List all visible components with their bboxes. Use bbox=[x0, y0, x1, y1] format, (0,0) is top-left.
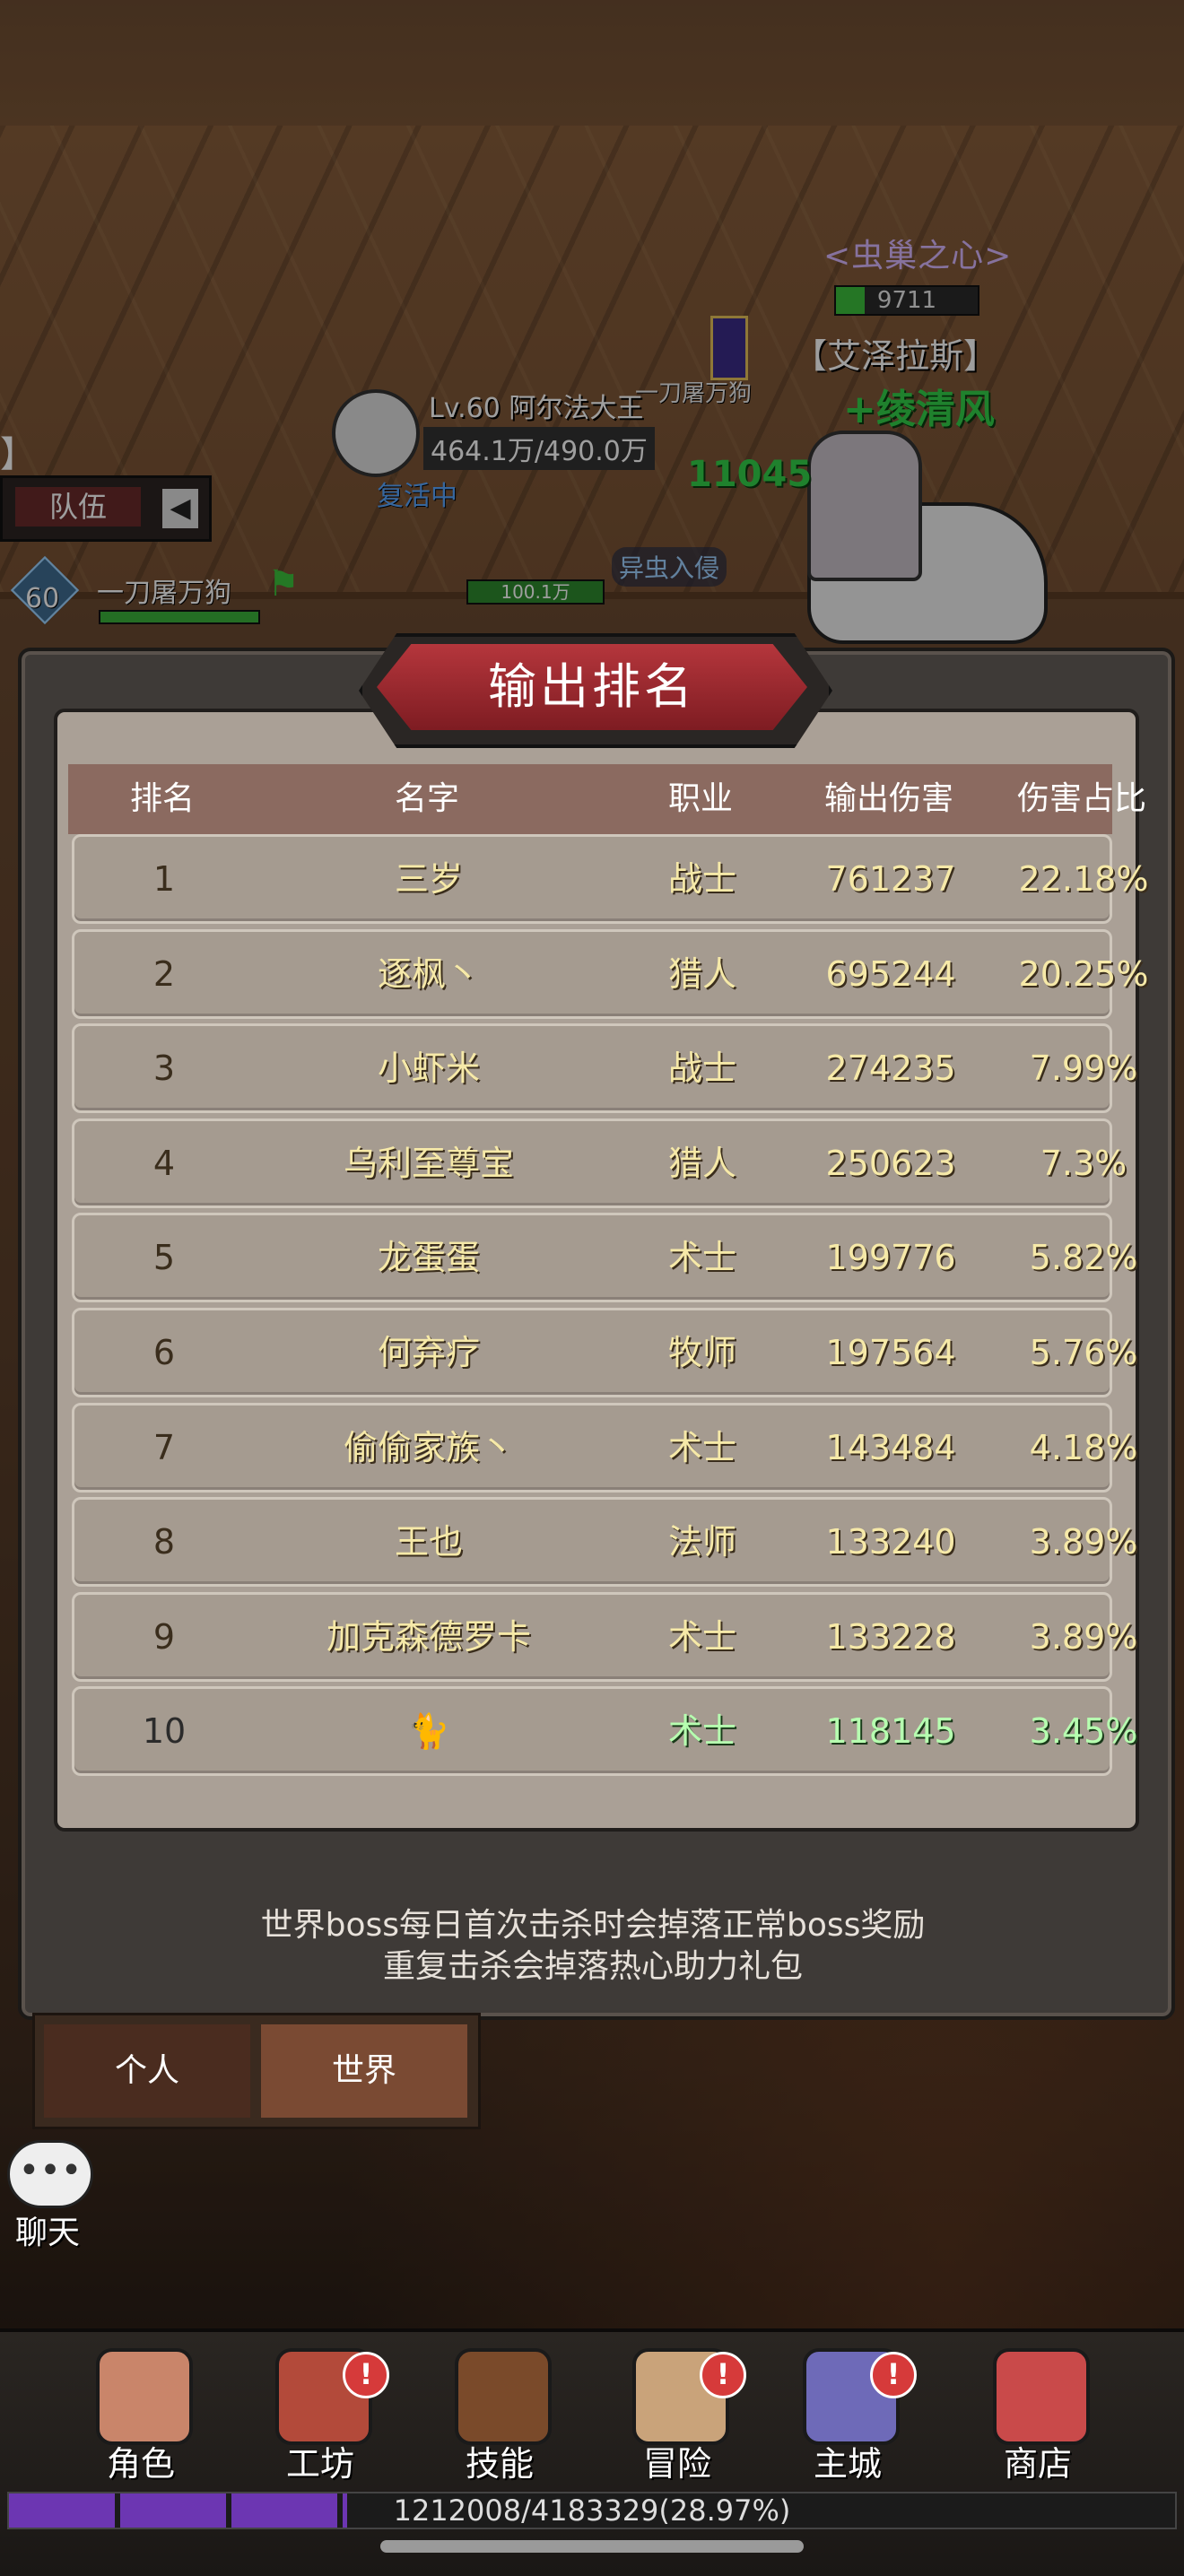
name-cell: 加克森德罗卡 bbox=[326, 1617, 531, 1657]
tab-world[interactable]: 世界 bbox=[261, 2024, 467, 2118]
rank-cell: 3 bbox=[152, 1049, 176, 1088]
rank-cell: 10 bbox=[142, 1711, 187, 1751]
chat-button[interactable]: ••• 聊天 bbox=[7, 2140, 93, 2251]
nav-label: 主城 bbox=[813, 2444, 882, 2484]
ranking-row[interactable]: 1 三岁 战士 761237 22.18% bbox=[72, 834, 1148, 924]
name-cell: 三岁 bbox=[394, 859, 463, 899]
tab-personal[interactable]: 个人 bbox=[44, 2024, 250, 2118]
nav-label: 冒险 bbox=[642, 2444, 711, 2484]
percent-cell: 4.18% bbox=[1029, 1428, 1138, 1467]
name-cell: 🐈 bbox=[407, 1711, 450, 1751]
rank-cell: 9 bbox=[152, 1617, 176, 1657]
damage-cell: 250623 bbox=[825, 1144, 956, 1183]
home-indicator[interactable] bbox=[380, 2540, 804, 2553]
rank-cell: 7 bbox=[152, 1428, 176, 1467]
damage-cell: 197564 bbox=[825, 1333, 956, 1372]
damage-cell: 133240 bbox=[825, 1522, 956, 1562]
name-cell: 王也 bbox=[394, 1522, 463, 1562]
rank-cell: 8 bbox=[152, 1522, 176, 1562]
damage-cell: 695244 bbox=[825, 954, 956, 994]
nav-label: 工坊 bbox=[285, 2444, 354, 2484]
job-cell: 牧师 bbox=[667, 1333, 736, 1372]
alert-badge-icon: ! bbox=[700, 2352, 746, 2398]
ranking-row[interactable]: 7 偷偷家族丶 术士 143484 4.18% bbox=[72, 1403, 1137, 1493]
boss-reward-note: 世界boss每日首次击杀时会掉落正常boss奖励 重复击杀会掉落热心助力礼包 bbox=[18, 1905, 1168, 1988]
ranking-row[interactable]: 8 王也 法师 133240 3.89% bbox=[72, 1497, 1137, 1587]
name-cell: 逐枫丶 bbox=[377, 954, 480, 994]
rank-cell: 5 bbox=[152, 1238, 176, 1277]
nav-label: 角色 bbox=[106, 2444, 175, 2484]
ranking-scope-tabs: 个人 世界 bbox=[32, 2013, 481, 2129]
percent-cell: 3.89% bbox=[1029, 1617, 1138, 1657]
ranking-row[interactable]: 6 何弃疗 牧师 197564 5.76% bbox=[72, 1308, 1137, 1397]
alert-badge-icon: ! bbox=[870, 2352, 917, 2398]
experience-bar: 1212008/4183329(28.97%) bbox=[7, 2492, 1177, 2529]
experience-text: 1212008/4183329(28.97%) bbox=[393, 2493, 791, 2528]
damage-cell: 761237 bbox=[825, 859, 956, 899]
ranking-row[interactable]: 9 加克森德罗卡 术士 133228 3.89% bbox=[72, 1592, 1137, 1682]
header-job: 职业 bbox=[667, 780, 733, 817]
ranking-row[interactable]: 5 龙蛋蛋 术士 199776 5.82% bbox=[72, 1213, 1137, 1302]
skills-book-icon[interactable] bbox=[455, 2348, 552, 2445]
header-damage: 输出伤害 bbox=[823, 780, 953, 817]
chat-bubble-icon[interactable]: ••• bbox=[7, 2140, 93, 2208]
nav-item-adventure-map[interactable]: ! 冒险 bbox=[601, 2348, 753, 2484]
damage-cell: 143484 bbox=[825, 1428, 956, 1467]
chat-label: 聊天 bbox=[14, 2215, 80, 2251]
shop-icon[interactable] bbox=[993, 2348, 1090, 2445]
ranking-row[interactable]: 3 小虾米 战士 274235 7.99% bbox=[72, 1023, 1137, 1113]
job-cell: 术士 bbox=[667, 1617, 736, 1657]
panel-title: 输出排名 bbox=[488, 658, 696, 715]
damage-cell: 199776 bbox=[825, 1238, 956, 1277]
ranking-row[interactable]: 10 🐈 术士 118145 3.45% bbox=[72, 1686, 1137, 1776]
nav-item-skills-book[interactable]: 技能 bbox=[423, 2348, 576, 2484]
job-cell: 法师 bbox=[667, 1522, 736, 1562]
percent-cell: 7.99% bbox=[1029, 1049, 1138, 1088]
percent-cell: 5.82% bbox=[1029, 1238, 1138, 1277]
job-cell: 战士 bbox=[667, 1049, 736, 1088]
nav-item-character[interactable]: 角色 bbox=[65, 2348, 217, 2484]
job-cell: 术士 bbox=[667, 1238, 736, 1277]
rank-cell: 4 bbox=[152, 1144, 176, 1183]
name-cell: 何弃疗 bbox=[377, 1333, 480, 1372]
rank-cell: 2 bbox=[152, 954, 176, 994]
alert-badge-icon: ! bbox=[343, 2352, 389, 2398]
percent-cell: 3.89% bbox=[1029, 1522, 1138, 1562]
job-cell: 猎人 bbox=[667, 954, 736, 994]
nav-label: 商店 bbox=[1003, 2444, 1072, 2484]
percent-cell: 20.25% bbox=[1018, 954, 1149, 994]
name-cell: 小虾米 bbox=[377, 1049, 480, 1088]
nav-item-workshop[interactable]: ! 工坊 bbox=[244, 2348, 396, 2484]
header-name: 名字 bbox=[394, 780, 459, 817]
ranking-row[interactable]: 4 乌利至尊宝 猎人 250623 7.3% bbox=[72, 1118, 1127, 1208]
note-line-2: 重复击杀会掉落热心助力礼包 bbox=[382, 1948, 803, 1985]
job-cell: 术士 bbox=[667, 1428, 736, 1467]
header-percent: 伤害占比 bbox=[1016, 780, 1146, 817]
nav-label: 技能 bbox=[465, 2444, 534, 2484]
job-cell: 猎人 bbox=[667, 1144, 736, 1183]
percent-cell: 3.45% bbox=[1029, 1711, 1138, 1751]
ranking-row[interactable]: 2 逐枫丶 猎人 695244 20.25% bbox=[72, 929, 1148, 1019]
job-cell: 术士 bbox=[667, 1711, 736, 1751]
damage-cell: 133228 bbox=[825, 1617, 956, 1657]
note-line-1: 世界boss每日首次击杀时会掉落正常boss奖励 bbox=[260, 1907, 926, 1944]
nav-item-main-city[interactable]: ! 主城 bbox=[771, 2348, 924, 2484]
rank-cell: 6 bbox=[152, 1333, 176, 1372]
table-header: 排名 名字 职业 输出伤害 伤害占比 bbox=[68, 764, 1146, 834]
name-cell: 龙蛋蛋 bbox=[377, 1238, 480, 1277]
header-rank: 排名 bbox=[129, 780, 195, 817]
name-cell: 乌利至尊宝 bbox=[343, 1144, 514, 1183]
character-icon[interactable] bbox=[96, 2348, 193, 2445]
percent-cell: 5.76% bbox=[1029, 1333, 1138, 1372]
rank-cell: 1 bbox=[152, 859, 176, 899]
damage-cell: 274235 bbox=[825, 1049, 956, 1088]
percent-cell: 7.3% bbox=[1040, 1144, 1127, 1183]
job-cell: 战士 bbox=[667, 859, 736, 899]
damage-cell: 118145 bbox=[825, 1711, 956, 1751]
percent-cell: 22.18% bbox=[1018, 859, 1149, 899]
name-cell: 偷偷家族丶 bbox=[343, 1428, 514, 1467]
nav-item-shop[interactable]: 商店 bbox=[962, 2348, 1114, 2484]
